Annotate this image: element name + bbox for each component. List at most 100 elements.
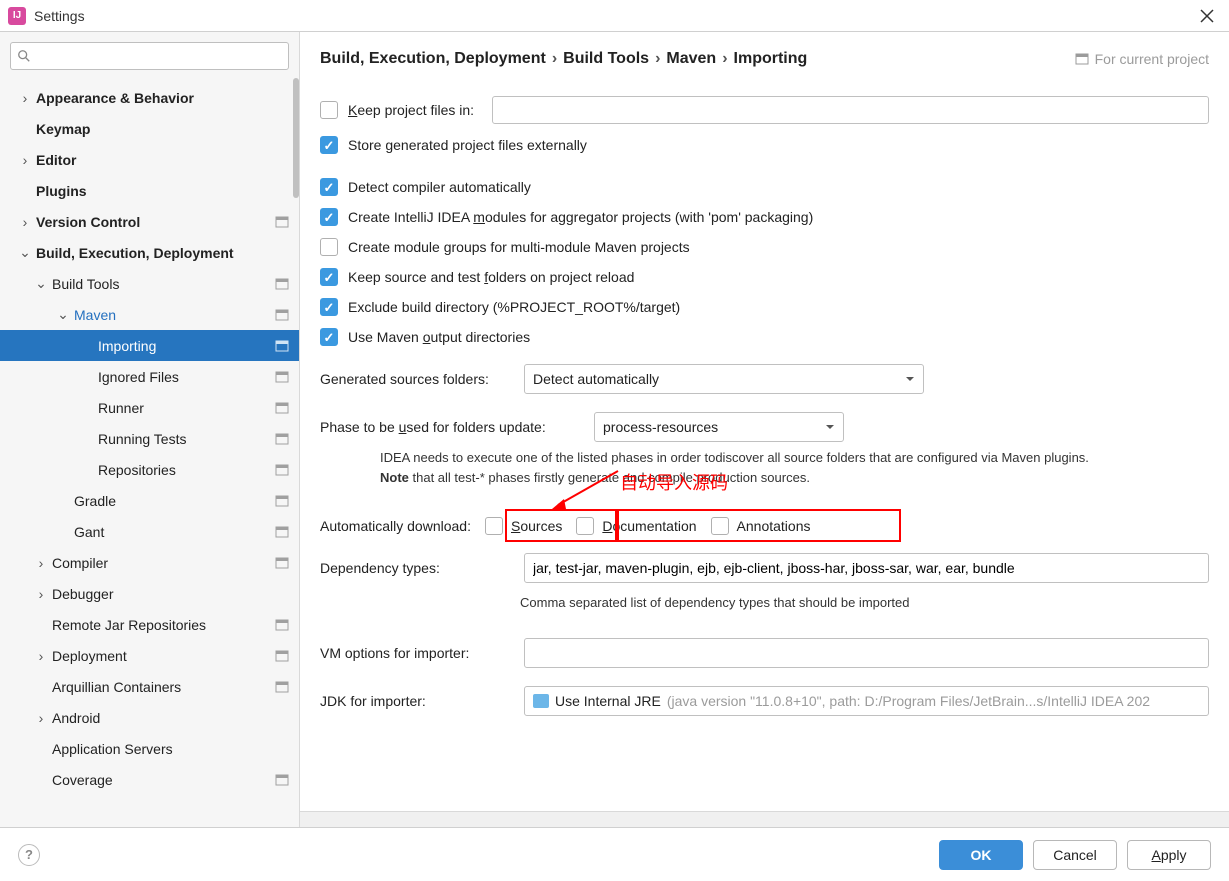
exclude-build-label: Exclude build directory (%PROJECT_ROOT%/… [348,299,680,315]
chevron-down-icon [905,374,915,384]
annotations-checkbox[interactable] [711,517,729,535]
annotations-label: Annotations [737,518,811,534]
auto-download-label: Automatically download: [320,518,471,534]
project-icon [275,618,289,632]
title-bar: IJ Settings [0,0,1229,32]
documentation-checkbox[interactable] [576,517,594,535]
breadcrumb-maven[interactable]: Maven [666,50,716,68]
tree-appearance[interactable]: ›Appearance & Behavior [0,82,299,113]
keep-folders-checkbox[interactable] [320,268,338,286]
tree-remote-jar[interactable]: ›Remote Jar Repositories [0,609,299,640]
gen-sources-label: Generated sources folders: [320,371,510,387]
chevron-down-icon [825,422,835,432]
close-icon [1200,9,1214,23]
close-button[interactable] [1193,2,1221,30]
dep-types-input[interactable] [524,553,1209,583]
tree-bed[interactable]: ⌄Build, Execution, Deployment [0,237,299,268]
dialog-footer: ? OK Cancel Apply [0,827,1229,881]
gen-sources-select[interactable]: Detect automatically [524,364,924,394]
project-icon [275,215,289,229]
settings-sidebar: ›Appearance & Behavior ›Keymap ›Editor ›… [0,32,300,827]
keep-project-files-input[interactable] [492,96,1209,124]
tree-keymap[interactable]: ›Keymap [0,113,299,144]
project-icon [275,308,289,322]
tree-app-servers[interactable]: ›Application Servers [0,733,299,764]
phase-label: Phase to be used for folders update: [320,419,580,435]
tree-vcs[interactable]: ›Version Control [0,206,299,237]
keep-project-files-checkbox[interactable] [320,101,338,119]
create-groups-label: Create module groups for multi-module Ma… [348,239,690,255]
project-icon [275,401,289,415]
project-icon [275,432,289,446]
jdk-label: JDK for importer: [320,693,510,709]
tree-ignored[interactable]: ›Ignored Files [0,361,299,392]
project-icon [275,649,289,663]
store-externally-label: Store generated project files externally [348,137,587,153]
jdk-select[interactable]: Use Internal JRE (java version "11.0.8+1… [524,686,1209,716]
use-output-label: Use Maven output directories [348,329,530,345]
ok-button[interactable]: OK [939,840,1023,870]
tree-android[interactable]: ›Android [0,702,299,733]
chevron-right-icon: › [722,50,727,68]
phase-note: IDEA needs to execute one of the listed … [380,448,1209,487]
chevron-right-icon: › [552,50,557,68]
search-input-wrapper[interactable] [10,42,289,70]
horizontal-scrollbar[interactable] [300,811,1229,827]
create-groups-checkbox[interactable] [320,238,338,256]
create-modules-checkbox[interactable] [320,208,338,226]
phase-select[interactable]: process-resources [594,412,844,442]
exclude-build-checkbox[interactable] [320,298,338,316]
dep-types-label: Dependency types: [320,560,510,576]
tree-runner[interactable]: ›Runner [0,392,299,423]
detect-compiler-checkbox[interactable] [320,178,338,196]
apply-button[interactable]: Apply [1127,840,1211,870]
tree-running-tests[interactable]: ›Running Tests [0,423,299,454]
project-icon [275,773,289,787]
tree-importing[interactable]: ›Importing [0,330,299,361]
breadcrumb-build-tools[interactable]: Build Tools [563,50,649,68]
settings-tree: ›Appearance & Behavior ›Keymap ›Editor ›… [0,78,299,795]
tree-gant[interactable]: ›Gant [0,516,299,547]
keep-folders-label: Keep source and test folders on project … [348,269,634,285]
create-modules-label: Create IntelliJ IDEA modules for aggrega… [348,209,813,225]
tree-arquillian[interactable]: ›Arquillian Containers [0,671,299,702]
breadcrumb-importing: Importing [734,50,808,68]
documentation-label: Documentation [602,518,696,534]
folder-icon [533,694,549,708]
chevron-right-icon: › [655,50,660,68]
annotation-arrow-icon [550,469,620,511]
settings-content: Build, Execution, Deployment › Build Too… [300,32,1229,827]
vm-options-label: VM options for importer: [320,645,510,661]
window-title: Settings [34,8,85,24]
project-icon [275,370,289,384]
annotation-text: 自动导入源码 [620,469,728,495]
project-icon [275,494,289,508]
tree-compiler[interactable]: ›Compiler [0,547,299,578]
tree-repositories[interactable]: ›Repositories [0,454,299,485]
project-icon [275,463,289,477]
tree-gradle[interactable]: ›Gradle [0,485,299,516]
detect-compiler-label: Detect compiler automatically [348,179,531,195]
cancel-button[interactable]: Cancel [1033,840,1117,870]
project-icon [275,339,289,353]
tree-build-tools[interactable]: ⌄Build Tools [0,268,299,299]
use-output-checkbox[interactable] [320,328,338,346]
project-icon [275,556,289,570]
tree-coverage[interactable]: ›Coverage [0,764,299,795]
search-icon [17,49,31,63]
project-icon [275,277,289,291]
breadcrumb-bed[interactable]: Build, Execution, Deployment [320,50,546,68]
sources-label: Sources [511,518,562,534]
tree-deployment[interactable]: ›Deployment [0,640,299,671]
project-icon [1075,52,1089,66]
tree-editor[interactable]: ›Editor [0,144,299,175]
search-input[interactable] [35,49,282,64]
tree-debugger[interactable]: ›Debugger [0,578,299,609]
sources-checkbox[interactable] [485,517,503,535]
store-externally-checkbox[interactable] [320,136,338,154]
tree-maven[interactable]: ⌄Maven [0,299,299,330]
vm-options-input[interactable] [524,638,1209,668]
sidebar-scrollbar[interactable] [293,78,299,198]
help-button[interactable]: ? [18,844,40,866]
tree-plugins[interactable]: ›Plugins [0,175,299,206]
